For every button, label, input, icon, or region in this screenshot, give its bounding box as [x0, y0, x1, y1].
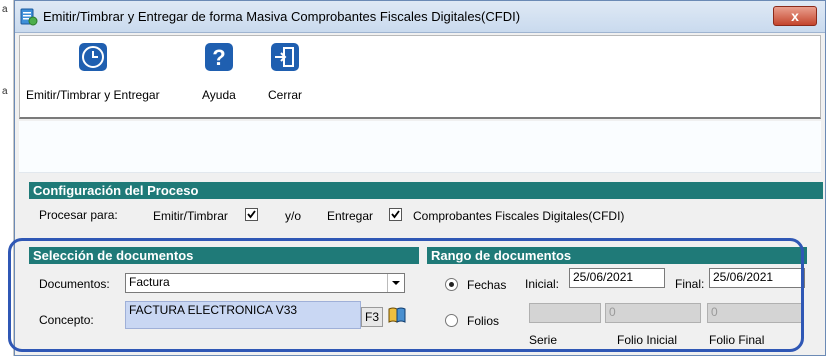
help-button[interactable]: ? Ayuda — [202, 42, 236, 102]
and-or-label: y/o — [285, 209, 302, 223]
close-toolbar-label: Cerrar — [268, 88, 303, 102]
emit-checkbox-label: Emitir/Timbrar — [153, 209, 228, 223]
close-toolbar-button[interactable]: Cerrar — [268, 42, 302, 102]
checkmark-icon — [391, 210, 400, 219]
checkmark-icon — [247, 210, 256, 219]
window-close-button[interactable]: x — [773, 6, 817, 26]
emit-checkbox[interactable] — [245, 208, 258, 221]
svg-text:?: ? — [212, 45, 225, 70]
help-label: Ayuda — [202, 88, 236, 102]
toolbar: Emitir/Timbrar y Entregar ? Ayuda Cerrar — [19, 35, 821, 119]
emit-deliver-button[interactable]: Emitir/Timbrar y Entregar — [26, 42, 160, 102]
deliver-checkbox-label: Entregar — [327, 209, 374, 223]
process-for-label: Procesar para: — [39, 208, 118, 222]
deliver-checkbox[interactable] — [389, 208, 402, 221]
config-section-header: Configuración del Proceso — [29, 182, 823, 199]
exit-door-icon — [271, 43, 299, 71]
app-icon — [20, 8, 38, 26]
window-title: Emitir/Timbrar y Entregar de forma Masiv… — [43, 9, 521, 24]
message-area — [19, 121, 821, 173]
clock-icon — [78, 43, 107, 71]
background-text-fragment-2: a — [2, 86, 8, 97]
help-icon: ? — [204, 43, 233, 71]
highlight-outline — [8, 238, 804, 352]
emit-deliver-label: Emitir/Timbrar y Entregar — [26, 88, 160, 102]
cfdi-label: Comprobantes Fiscales Digitales(CFDI) — [413, 209, 625, 223]
title-bar[interactable]: Emitir/Timbrar y Entregar de forma Masiv… — [15, 1, 825, 33]
background-text-fragment: a — [2, 4, 8, 15]
